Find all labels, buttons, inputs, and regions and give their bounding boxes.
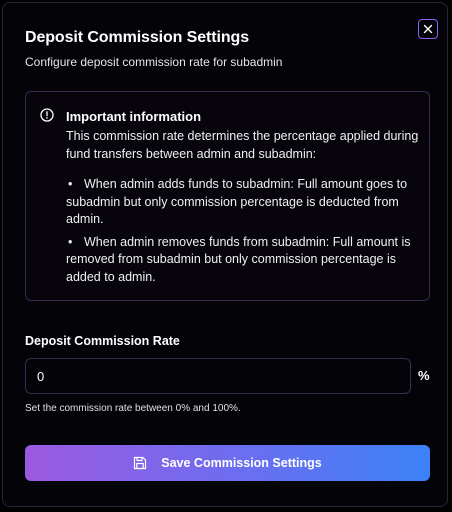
percent-unit: % (418, 368, 430, 383)
helper-text: Set the commission rate between 0% and 1… (25, 403, 241, 414)
list-item: • When admin removes funds from subadmin:… (66, 234, 421, 287)
dialog-title: Deposit Commission Settings (25, 29, 249, 46)
close-icon (423, 24, 433, 34)
alert-circle-icon (40, 108, 54, 122)
info-heading: Important information (66, 109, 202, 124)
save-icon (133, 456, 147, 470)
commission-rate-input[interactable] (25, 358, 411, 394)
dialog-subtitle: Configure deposit commission rate for su… (25, 55, 283, 69)
bullet-icon: • (68, 177, 73, 191)
info-description: This commission rate determines the perc… (66, 129, 419, 161)
close-button[interactable] (418, 19, 438, 39)
info-bullet-text: When admin adds funds to subadmin: Full … (66, 177, 408, 226)
commission-rate-label: Deposit Commission Rate (25, 334, 180, 348)
bullet-icon: • (68, 234, 73, 249)
info-box: Important information This commission ra… (25, 91, 430, 301)
save-commission-button[interactable]: Save Commission Settings (25, 445, 430, 481)
info-bullet-text: When admin removes funds from subadmin: … (66, 234, 411, 284)
info-list: • When admin adds funds to subadmin: Full… (66, 176, 421, 291)
save-button-label: Save Commission Settings (161, 456, 322, 470)
list-item: • When admin adds funds to subadmin: Full… (66, 176, 421, 229)
commission-settings-dialog: Deposit Commission Settings Configure de… (2, 2, 448, 507)
